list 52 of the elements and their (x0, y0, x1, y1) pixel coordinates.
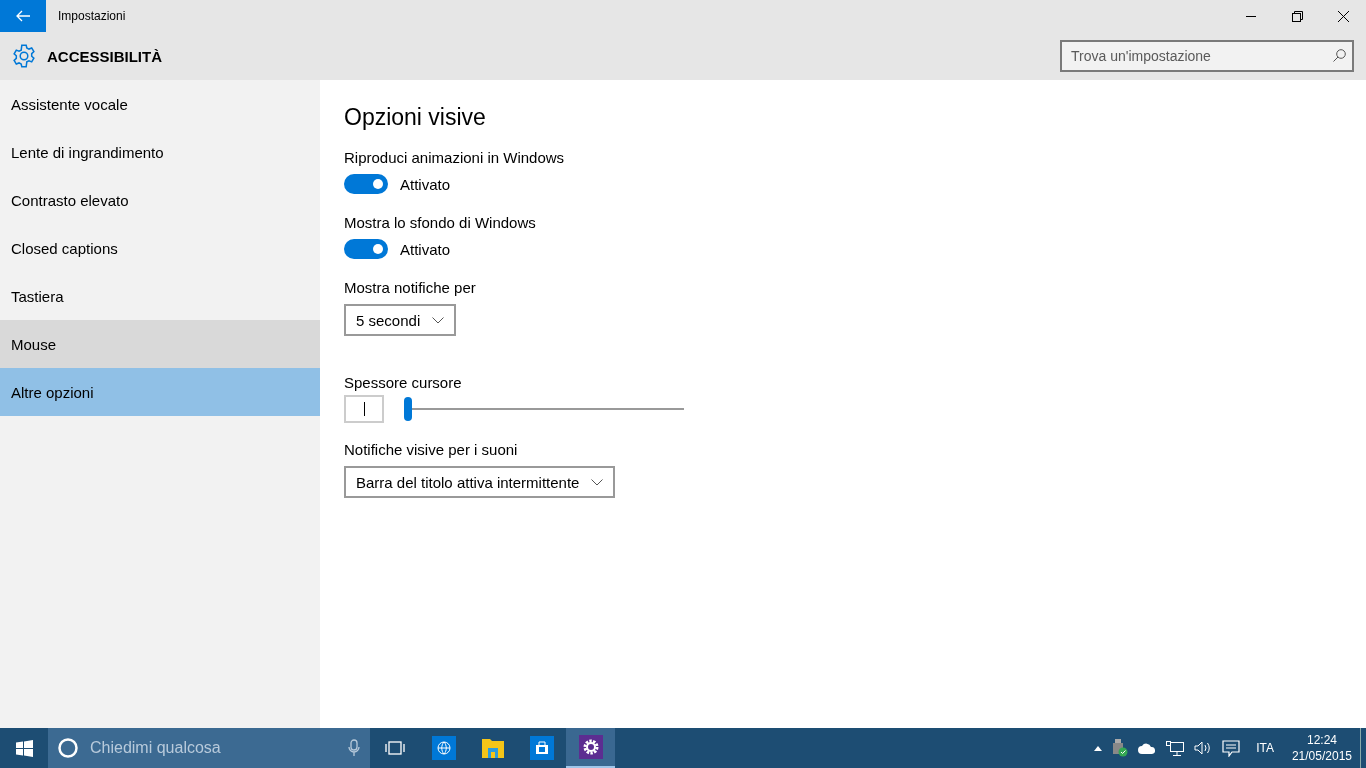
minimize-icon (1246, 15, 1256, 17)
gear-icon (578, 735, 603, 759)
sidebar-item[interactable]: Assistente vocale (0, 80, 320, 128)
window-title: Impostazioni (58, 9, 127, 23)
setting-label: Riproduci animazioni in Windows (344, 149, 565, 166)
speaker-icon[interactable] (1194, 741, 1213, 755)
taskbar-search-box[interactable]: Chiedimi qualcosa (48, 728, 370, 768)
task-view-icon (384, 741, 405, 755)
setting-label: Notifiche visive per i suoni (344, 441, 518, 458)
page-title: ACCESSIBILITÀ (47, 47, 163, 65)
circle-icon (58, 738, 78, 758)
section-heading: Opzioni visive (344, 104, 486, 131)
microphone-icon (348, 739, 360, 757)
text-cursor-icon (363, 402, 365, 416)
folder-icon (480, 737, 505, 759)
restore-icon (1291, 10, 1303, 22)
windows-logo-icon (15, 739, 33, 757)
taskbar-search-field[interactable]: Chiedimi qualcosa (88, 738, 338, 758)
chevron-up-icon[interactable] (1094, 745, 1103, 751)
chevron-down-icon (591, 478, 604, 486)
sidebar-item[interactable]: Mouse (0, 320, 320, 368)
network-icon[interactable] (1166, 740, 1185, 756)
setting-label: Mostra lo sfondo di Windows (344, 214, 536, 231)
setting-label: Mostra notifiche per (344, 279, 476, 296)
slider-thumb[interactable] (404, 397, 412, 421)
close-icon (1337, 10, 1349, 22)
input-language[interactable]: ITA (1256, 741, 1274, 755)
settings-icon (11, 43, 37, 69)
toggle-switch[interactable] (344, 239, 388, 259)
back-arrow-icon (16, 10, 30, 22)
dropdown[interactable]: 5 secondi (344, 304, 457, 336)
toggle-state: Attivato (400, 175, 451, 193)
sidebar-item[interactable]: Altre opzioni (0, 368, 320, 416)
taskbar-app-button[interactable] (566, 728, 615, 768)
shopping-bag-icon (529, 736, 554, 760)
search-icon (1333, 49, 1346, 62)
setting-label: Spessore cursore (344, 374, 462, 391)
sidebar-item[interactable]: Tastiera (0, 272, 320, 320)
sidebar-item[interactable]: Closed captions (0, 224, 320, 272)
globe-icon (431, 736, 456, 760)
back-button[interactable] (0, 0, 46, 32)
sidebar-item[interactable]: Contrasto elevato (0, 176, 320, 224)
cloud-icon[interactable] (1138, 742, 1157, 754)
dropdown[interactable]: Barra del titolo attiva intermittente (344, 466, 616, 498)
search-field[interactable]: Trova un'impostazione (1060, 40, 1354, 72)
taskbar-clock[interactable]: 12:24 21/05/2015 (1291, 733, 1352, 763)
sidebar-item[interactable]: Lente di ingrandimento (0, 128, 320, 176)
toggle-switch[interactable] (344, 174, 388, 194)
chevron-down-icon (432, 316, 445, 324)
message-icon[interactable] (1222, 739, 1241, 757)
toggle-state: Attivato (400, 240, 451, 258)
usb-drive-check-icon[interactable] (1112, 739, 1129, 757)
